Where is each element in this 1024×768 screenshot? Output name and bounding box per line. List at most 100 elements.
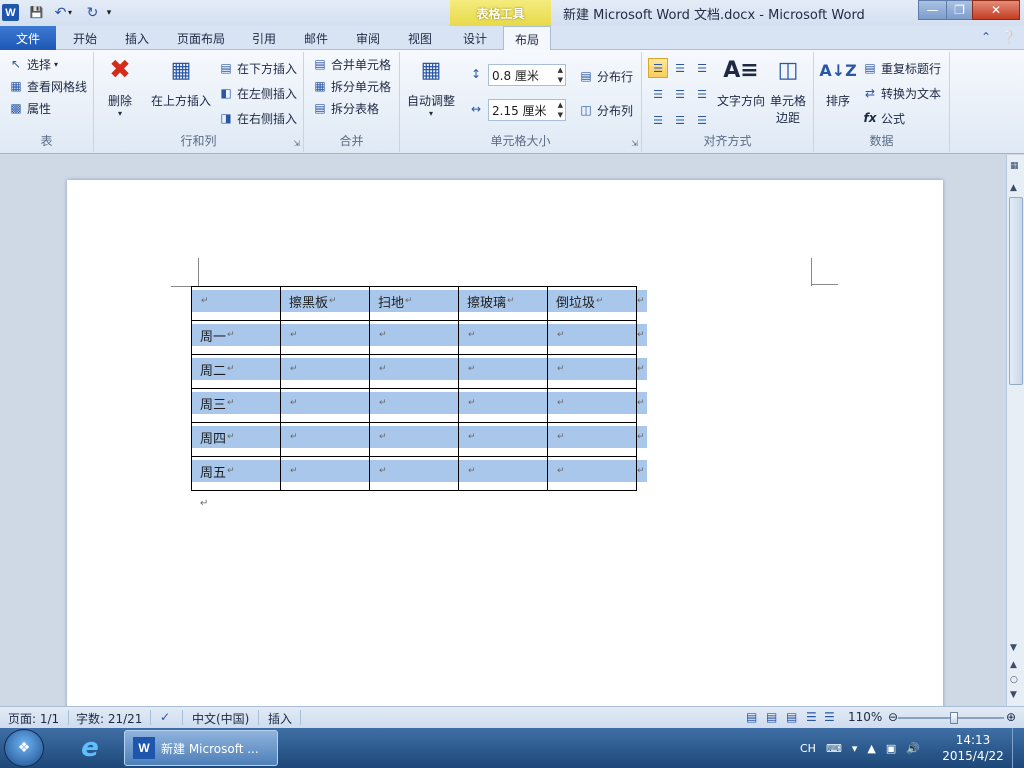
minimize-ribbon-icon[interactable]: ⌃ [981,30,991,44]
column-width-spinner[interactable]: 2.15 厘米 ▲ ▼ [488,99,566,121]
document-page[interactable]: ↵ 擦黑板 ↵ 扫地 ↵ 擦玻璃 ↵ 倒垃圾 ↵ ↵ 周一 ↵ ↵ ↵ ↵ ↵ ↵ 周二 ↵ ↵ ↵ ↵ ↵ ↵ 周三 ↵ ↵ ↵ ↵ ↵… [67,180,943,706]
table-cell[interactable]: ↵ [280,388,370,423]
table-cell[interactable]: ↵ ↵ [547,354,647,389]
tab-file[interactable]: 文件 [0,26,56,50]
cell-margins-button[interactable]: ◫ 单元格 边距 [768,54,808,126]
properties-button[interactable]: ▩ 属性 [8,98,51,118]
document-table[interactable]: ↵ 擦黑板 ↵ 扫地 ↵ 擦玻璃 ↵ 倒垃圾 ↵ ↵ 周一 ↵ ↵ ↵ ↵ ↵ ↵ 周二 ↵ ↵ ↵ ↵ ↵ ↵ 周三 ↵ ↵ ↵ ↵ ↵… [191,286,647,491]
insert-mode-indicator[interactable]: 插入 [268,710,292,727]
zoom-level[interactable]: 110% [848,710,882,724]
table-cell[interactable]: ↵ [369,388,459,423]
zoom-slider-thumb[interactable] [950,712,958,724]
customize-qat-icon[interactable]: ▾ [104,4,114,21]
merge-cells-button[interactable]: ▤ 合并单元格 [312,54,391,74]
zoom-in-icon[interactable]: ⊕ [1006,710,1016,724]
start-button[interactable]: ❖ [4,729,44,767]
align-top-left-icon[interactable]: ☰ [648,58,668,78]
word-logo-icon[interactable]: W [2,4,19,21]
insert-above-button[interactable]: ▦ 在上方插入 [150,54,212,109]
text-direction-button[interactable]: A≡ 文字方向 [716,54,766,109]
tab-mailings[interactable]: 邮件 [294,26,338,50]
table-cell[interactable]: ↵ [458,456,548,491]
insert-below-button[interactable]: ▤ 在下方插入 [218,58,297,78]
table-cell[interactable]: ↵ ↵ [547,456,647,491]
table-cell[interactable]: ↵ [280,354,370,389]
table-cell[interactable]: ↵ [280,320,370,355]
table-cell[interactable]: ↵ [369,354,459,389]
table-cell[interactable]: 扫地 ↵ [369,286,459,321]
table-cell[interactable]: ↵ [458,354,548,389]
ime-options-icon[interactable]: ▾ [852,742,858,755]
web-layout-icon[interactable]: ▤ [786,710,797,724]
table-cell[interactable]: ↵ [280,422,370,457]
help-icon[interactable]: ❔ [1001,30,1016,44]
table-cell[interactable]: ↵ [458,388,548,423]
sort-button[interactable]: A↓Z 排序 [819,54,856,109]
table-cell[interactable]: 周五 ↵ [191,456,281,491]
table-cell[interactable]: ↵ [458,422,548,457]
keyboard-icon[interactable]: ⌨ [826,742,842,755]
scroll-down-icon[interactable]: ▼ [1010,643,1017,653]
language-indicator[interactable]: 中文(中国) [192,710,249,727]
split-table-button[interactable]: ▤ 拆分表格 [312,98,379,118]
minimize-button[interactable]: — [918,0,946,20]
delete-button[interactable]: ✖ 删除 ▾ [102,54,138,118]
align-bottom-left-icon[interactable]: ☰ [648,110,668,130]
align-middle-center-icon[interactable]: ☰ [670,84,690,104]
taskbar-word-window[interactable]: W 新建 Microsoft ... [124,730,278,766]
spinner-arrows-icon[interactable]: ▲ ▼ [558,100,563,120]
spinner-arrows-icon[interactable]: ▲ ▼ [558,65,563,85]
convert-to-text-button[interactable]: ⇄ 转换为文本 [862,83,941,103]
insert-left-button[interactable]: ◧ 在左侧插入 [218,83,297,103]
word-count[interactable]: 字数: 21/21 [76,710,142,727]
align-middle-right-icon[interactable]: ☰ [692,84,712,104]
close-button[interactable]: ✕ [972,0,1020,20]
table-cell[interactable]: 擦玻璃 ↵ [458,286,548,321]
table-cell[interactable]: 周三 ↵ [191,388,281,423]
show-desktop-button[interactable] [1012,728,1024,768]
zoom-out-icon[interactable]: ⊖ [888,710,898,724]
autofit-button[interactable]: ▦ 自动调整 ▾ [406,54,456,119]
scroll-up-icon[interactable]: ▲ [1010,183,1017,193]
network-icon[interactable]: ▣ [886,742,896,755]
dialog-launcher-icon[interactable]: ⇲ [293,139,300,148]
distribute-rows-button[interactable]: ▤ 分布行 [578,66,633,86]
proofing-icon[interactable]: ✓ [160,710,170,724]
vertical-scrollbar[interactable]: ▦ ▲ ▼ ▲ ○ ▼ [1006,155,1024,706]
next-page-icon[interactable]: ▼ [1010,690,1017,700]
print-layout-view-icon[interactable]: ▤ [746,710,757,724]
scrollbar-thumb[interactable] [1009,197,1023,385]
document-area[interactable]: ↵ 擦黑板 ↵ 扫地 ↵ 擦玻璃 ↵ 倒垃圾 ↵ ↵ 周一 ↵ ↵ ↵ ↵ ↵ ↵ 周二 ↵ ↵ ↵ ↵ ↵ ↵ 周三 ↵ ↵ ↵ ↵ ↵… [0,155,1006,706]
align-middle-left-icon[interactable]: ☰ [648,84,668,104]
dialog-launcher-icon[interactable]: ⇲ [631,139,638,148]
browse-object-icon[interactable]: ○ [1010,675,1018,685]
tab-design[interactable]: 设计 [452,26,498,50]
tab-insert[interactable]: 插入 [114,26,160,50]
tab-layout[interactable]: 布局 [503,26,551,51]
table-cell[interactable]: ↵ [458,320,548,355]
table-cell[interactable]: 擦黑板 ↵ [280,286,370,321]
table-cell[interactable]: ↵ [280,456,370,491]
tab-view[interactable]: 视图 [398,26,442,50]
maximize-button[interactable]: ❐ [946,0,972,20]
table-cell[interactable]: ↵ [369,456,459,491]
tab-page-layout[interactable]: 页面布局 [170,26,232,50]
tab-review[interactable]: 审阅 [346,26,390,50]
redo-icon[interactable]: ↻ [84,4,101,21]
table-cell[interactable]: ↵ [369,422,459,457]
table-cell[interactable]: ↵ ↵ [547,422,647,457]
distribute-columns-button[interactable]: ◫ 分布列 [578,100,633,120]
table-cell[interactable]: 周二 ↵ [191,354,281,389]
table-cell[interactable]: ↵ ↵ [547,388,647,423]
align-top-right-icon[interactable]: ☰ [692,58,712,78]
table-cell[interactable]: ↵ [191,286,281,321]
insert-right-button[interactable]: ◨ 在右侧插入 [218,108,297,128]
volume-icon[interactable]: 🔊 [906,742,920,755]
full-screen-reading-icon[interactable]: ▤ [766,710,777,724]
align-bottom-right-icon[interactable]: ☰ [692,110,712,130]
previous-page-icon[interactable]: ▲ [1010,660,1017,670]
draft-view-icon[interactable]: ☰ [824,710,835,724]
table-cell[interactable]: 周一 ↵ [191,320,281,355]
show-hidden-icons-icon[interactable]: ▲ [867,742,875,755]
select-button[interactable]: ↖ 选择 ▾ [8,54,58,74]
